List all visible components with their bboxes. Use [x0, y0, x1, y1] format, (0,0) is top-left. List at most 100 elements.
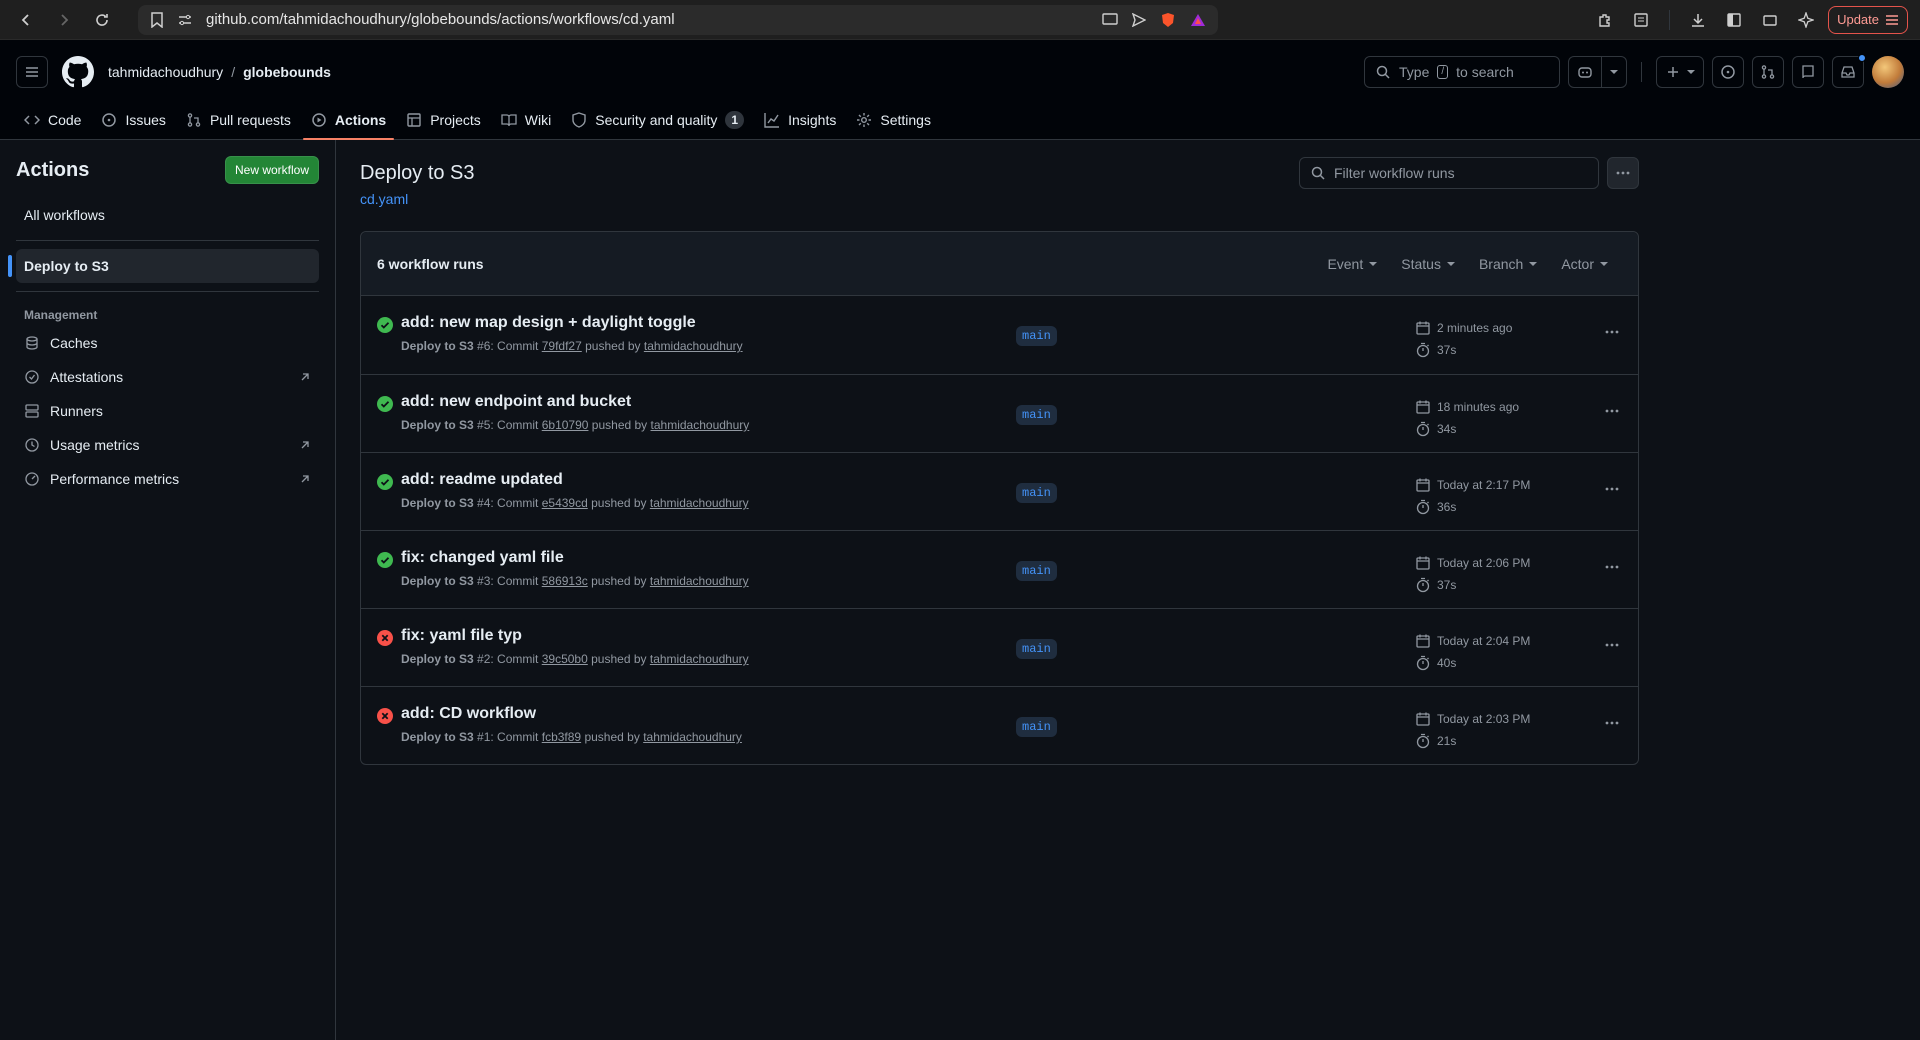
commit-sha-link[interactable]: 586913c [542, 574, 588, 588]
run-title[interactable]: add: new map design + daylight toggle [401, 314, 1016, 332]
run-pushed-by: pushed by [591, 496, 647, 510]
actor-link[interactable]: tahmidachoudhury [650, 574, 749, 588]
run-title[interactable]: fix: yaml file typ [401, 627, 1016, 645]
run-title[interactable]: fix: changed yaml file [401, 549, 1016, 567]
issues-button[interactable] [1712, 56, 1744, 88]
tab-settings[interactable]: Settings [848, 104, 939, 136]
download-icon[interactable] [1684, 6, 1712, 34]
workflow-run-row[interactable]: fix: yaml file typ Deploy to S3 #2: Comm… [361, 608, 1638, 686]
run-options-button[interactable] [1604, 559, 1620, 575]
cast-icon[interactable] [1102, 12, 1118, 27]
workflow-run-row[interactable]: fix: changed yaml file Deploy to S3 #3: … [361, 530, 1638, 608]
run-options-button[interactable] [1604, 324, 1620, 340]
wallet-icon[interactable] [1756, 6, 1784, 34]
workflow-options-button[interactable] [1607, 157, 1639, 189]
breadcrumb-repo[interactable]: globebounds [243, 64, 331, 80]
github-logo-icon[interactable] [62, 56, 94, 88]
send-icon[interactable] [1132, 12, 1146, 27]
site-settings-icon[interactable] [178, 13, 192, 27]
sidebar-item-deploy-to-s3[interactable]: Deploy to S3 [8, 249, 319, 283]
actor-link[interactable]: tahmidachoudhury [651, 418, 750, 432]
run-title[interactable]: add: readme updated [401, 471, 1016, 489]
run-options-button[interactable] [1604, 403, 1620, 419]
actor-link[interactable]: tahmidachoudhury [650, 652, 749, 666]
workflow-run-row[interactable]: add: new map design + daylight toggle De… [361, 296, 1638, 374]
tab-insights[interactable]: Insights [756, 104, 844, 136]
tab-code[interactable]: Code [16, 104, 89, 136]
workflow-run-row[interactable]: add: new endpoint and bucket Deploy to S… [361, 374, 1638, 452]
workflow-run-row[interactable]: add: CD workflow Deploy to S3 #1: Commit… [361, 686, 1638, 764]
tab-wiki[interactable]: Wiki [493, 104, 559, 136]
filter-runs-input[interactable]: Filter workflow runs [1299, 157, 1599, 189]
commit-sha-link[interactable]: 79fdf27 [542, 339, 582, 353]
branch-badge[interactable]: main [1016, 639, 1057, 659]
actor-link[interactable]: tahmidachoudhury [644, 339, 743, 353]
event-filter[interactable]: Event [1327, 256, 1378, 272]
status-filter[interactable]: Status [1401, 256, 1455, 272]
run-number: #4: Commit [477, 496, 539, 510]
sidebar-item-all-workflows[interactable]: All workflows [16, 198, 319, 232]
copilot-icon[interactable] [1569, 57, 1601, 87]
forward-icon[interactable] [50, 6, 78, 34]
tab-actions[interactable]: Actions [302, 104, 395, 140]
avatar[interactable] [1872, 56, 1904, 88]
run-options-button[interactable] [1604, 637, 1620, 653]
workflow-run-row[interactable]: add: readme updated Deploy to S3 #4: Com… [361, 452, 1638, 530]
sidebar-toggle-icon[interactable] [1720, 6, 1748, 34]
breadcrumb-owner[interactable]: tahmidachoudhury [108, 64, 223, 80]
verified-icon [25, 370, 39, 384]
sidebar-item-performance-metrics[interactable]: Performance metrics [16, 462, 319, 496]
notifications-button[interactable] [1832, 54, 1866, 88]
run-title[interactable]: add: new endpoint and bucket [401, 393, 1016, 411]
commit-sha-link[interactable]: e5439cd [542, 496, 588, 510]
brave-shield-icon[interactable] [1160, 12, 1176, 28]
actor-link[interactable]: tahmidachoudhury [643, 730, 742, 744]
branch-badge[interactable]: main [1016, 326, 1057, 346]
create-new-button[interactable] [1656, 56, 1704, 88]
sidebar-item-caches[interactable]: Caches [16, 326, 319, 360]
hamburger-menu-button[interactable] [16, 56, 48, 88]
url-text[interactable]: github.com/tahmidachoudhury/globebounds/… [206, 11, 1088, 28]
tab-issues[interactable]: Issues [93, 104, 173, 136]
filter-label: Actor [1561, 255, 1594, 272]
bookmark-icon[interactable] [150, 11, 164, 28]
actor-link[interactable]: tahmidachoudhury [650, 496, 749, 510]
sidebar-item-usage-metrics[interactable]: Usage metrics [16, 428, 319, 462]
commit-sha-link[interactable]: 6b10790 [542, 418, 589, 432]
commit-sha-link[interactable]: 39c50b0 [542, 652, 588, 666]
stopwatch-icon [1416, 733, 1430, 749]
search-input[interactable]: Type / to search [1364, 56, 1560, 88]
run-number: #5: Commit [477, 418, 539, 432]
workflow-file-link[interactable]: cd.yaml [360, 191, 475, 207]
calendar-icon [1416, 634, 1430, 648]
branch-badge[interactable]: main [1016, 405, 1057, 425]
sidebar-item-label: All workflows [24, 207, 105, 223]
actor-filter[interactable]: Actor [1561, 256, 1608, 272]
tab-pull-requests[interactable]: Pull requests [178, 104, 299, 136]
sidebar-item-runners[interactable]: Runners [16, 394, 319, 428]
sidebar-item-attestations[interactable]: Attestations [16, 360, 319, 394]
repositories-button[interactable] [1792, 56, 1824, 88]
run-options-button[interactable] [1604, 715, 1620, 731]
tab-projects[interactable]: Projects [398, 104, 489, 136]
chevron-down-icon[interactable] [1601, 57, 1626, 87]
back-icon[interactable] [12, 6, 40, 34]
reload-icon[interactable] [88, 6, 116, 34]
branch-badge[interactable]: main [1016, 717, 1057, 737]
branch-badge[interactable]: main [1016, 561, 1057, 581]
branch-filter[interactable]: Branch [1479, 256, 1538, 272]
new-workflow-button[interactable]: New workflow [224, 156, 319, 184]
run-options-button[interactable] [1604, 481, 1620, 497]
address-bar[interactable]: github.com/tahmidachoudhury/globebounds/… [138, 4, 1218, 35]
pull-requests-button[interactable] [1752, 56, 1784, 88]
branch-badge[interactable]: main [1016, 483, 1057, 503]
rewards-icon[interactable] [1190, 12, 1206, 28]
extensions-icon[interactable] [1591, 6, 1619, 34]
copilot-button[interactable] [1568, 56, 1627, 88]
update-button[interactable]: Update [1828, 5, 1908, 34]
tab-security[interactable]: Security and quality 1 [563, 104, 752, 136]
leo-icon[interactable] [1792, 6, 1820, 34]
reader-icon[interactable] [1627, 6, 1655, 34]
run-title[interactable]: add: CD workflow [401, 705, 1016, 723]
commit-sha-link[interactable]: fcb3f89 [542, 730, 581, 744]
